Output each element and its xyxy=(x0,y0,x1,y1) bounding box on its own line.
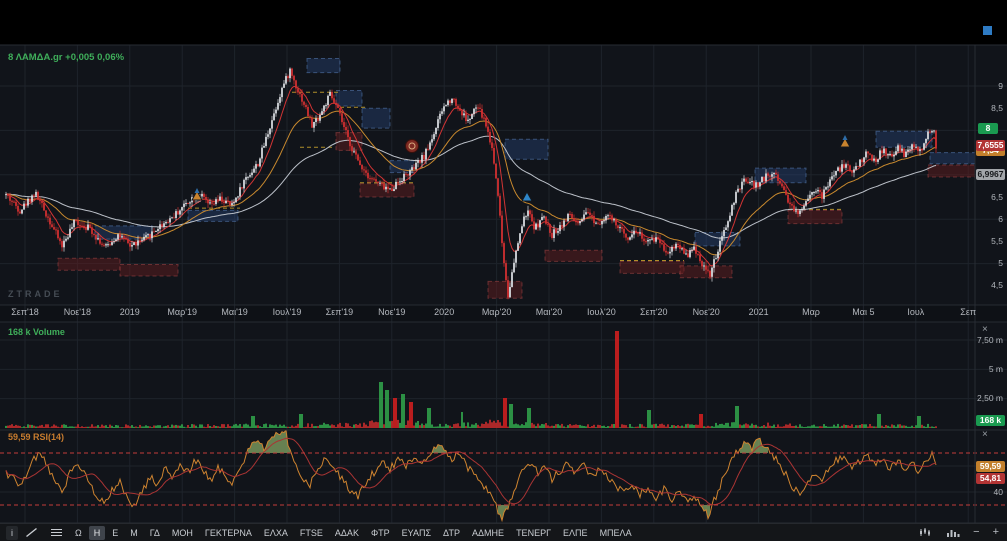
symbol-tab-dtr[interactable]: ΔΤΡ xyxy=(438,526,465,540)
demand-zone[interactable] xyxy=(927,164,975,178)
rsi-pane-close-icon[interactable]: × xyxy=(982,430,988,440)
supply-zone[interactable] xyxy=(694,232,741,247)
symbol-tab-adak[interactable]: ΑΔΑΚ xyxy=(330,526,364,540)
demand-zone[interactable] xyxy=(359,183,415,198)
toolbar-button-omega[interactable]: Ω xyxy=(70,526,87,540)
watchlist-grid-button[interactable] xyxy=(45,526,68,540)
symbol-tab-tenerg[interactable]: ΤΕΝΕΡΓ xyxy=(511,526,556,540)
supply-zone[interactable] xyxy=(929,152,975,165)
demand-zone[interactable] xyxy=(487,280,523,299)
event-marker-blue[interactable] xyxy=(521,190,533,202)
toolbar-buttons: i Ω Η Ε Μ ΓΔ ΜΟΗ ΓΕΚΤΕΡΝΑ ΕΛΧΑ FTSE ΑΔΑΚ ΦΤΡ ΕΥΑΠΣ ΔΤ… xyxy=(6,525,639,540)
symbol-tab-elha[interactable]: ΕΛΧΑ xyxy=(259,526,293,540)
timeframe-weekly-button[interactable]: Ε xyxy=(107,526,123,540)
bottom-toolbar: i Ω Η Ε Μ ΓΔ ΜΟΗ ΓΕΚΤΕΡΝΑ ΕΛΧΑ FTSE ΑΔΑΚ ΦΤΡ ΕΥΑΠΣ ΔΤ… xyxy=(0,523,1007,541)
volume-toggle-icon[interactable] xyxy=(944,525,962,539)
toolbar-right-icons: − + xyxy=(917,523,1001,541)
symbol-tab-moh[interactable]: ΜΟΗ xyxy=(167,526,198,540)
trading-platform-window: 8 ΛΑΜΔΑ.gr +0,005 0,06% ZTRADE 168 k Vol… xyxy=(0,0,1007,541)
symbol-tab-ftse[interactable]: FTSE xyxy=(295,526,328,540)
event-marker-orange[interactable] xyxy=(191,188,203,201)
timeframe-daily-button[interactable]: Η xyxy=(88,525,106,540)
symbol-tab-admie[interactable]: ΑΔΜΗΕ xyxy=(467,526,509,540)
timeframe-monthly-button[interactable]: Μ xyxy=(125,526,143,540)
draw-line-button[interactable] xyxy=(20,526,43,540)
volume-pane-close-icon[interactable]: × xyxy=(982,325,988,335)
zoom-out-button[interactable]: − xyxy=(971,525,981,539)
supply-zone[interactable] xyxy=(187,209,239,222)
symbol-tab-gd[interactable]: ΓΔ xyxy=(145,526,165,540)
supply-zone[interactable] xyxy=(361,107,391,129)
volume-bars xyxy=(5,331,937,428)
event-marker-circle[interactable] xyxy=(405,139,419,153)
symbol-tab-bela[interactable]: ΜΠΕΛΑ xyxy=(595,526,637,540)
symbol-tab-evaps[interactable]: ΕΥΑΠΣ xyxy=(397,526,436,540)
symbol-tab-gekterna[interactable]: ΓΕΚΤΕΡΝΑ xyxy=(200,526,257,540)
rsi-layer xyxy=(5,430,937,523)
chart-type-icon[interactable] xyxy=(917,525,935,539)
demand-zone[interactable] xyxy=(544,249,603,262)
chart-canvas[interactable] xyxy=(0,0,1007,541)
demand-zone[interactable] xyxy=(119,263,179,277)
zoom-in-button[interactable]: + xyxy=(991,525,1001,539)
demand-zone[interactable] xyxy=(57,257,121,271)
symbol-tab-elpe[interactable]: ΕΛΠΕ xyxy=(558,526,593,540)
supply-zone[interactable] xyxy=(306,57,341,74)
info-button[interactable]: i xyxy=(6,525,18,540)
symbol-tab-ftr[interactable]: ΦΤΡ xyxy=(366,526,395,540)
event-marker-orange[interactable] xyxy=(839,135,851,148)
supply-zone[interactable] xyxy=(504,138,549,160)
demand-zone[interactable] xyxy=(619,260,685,274)
supply-zone[interactable] xyxy=(335,89,363,107)
